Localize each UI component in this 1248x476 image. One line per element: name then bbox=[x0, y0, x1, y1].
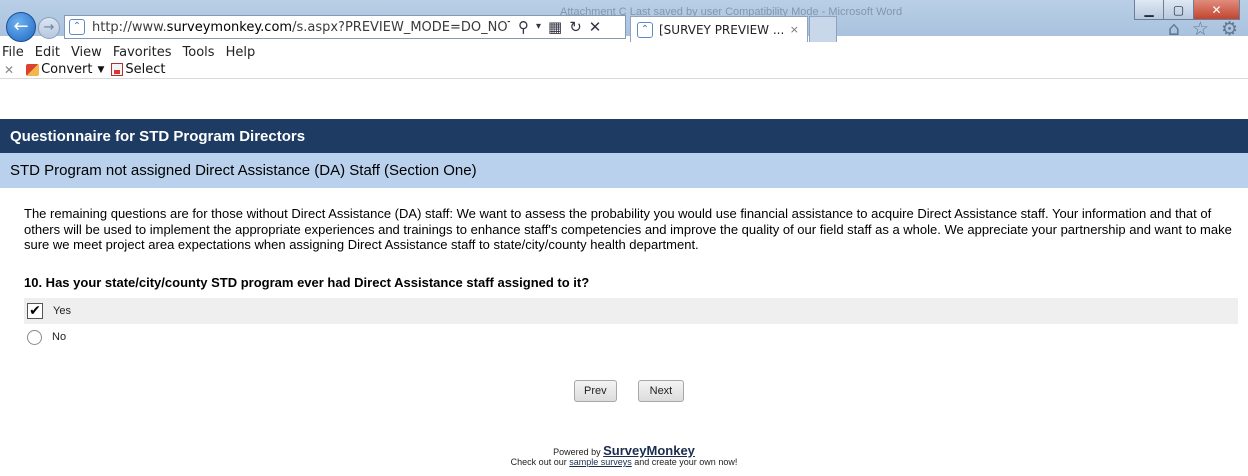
menu-edit[interactable]: Edit bbox=[35, 45, 60, 60]
menu-tools[interactable]: Tools bbox=[183, 45, 215, 60]
convert-button[interactable]: Convert bbox=[41, 62, 92, 77]
survey-navigation: Prev Next bbox=[574, 380, 685, 402]
url-text[interactable]: http://www.surveymonkey.com/s.aspx?PREVI… bbox=[92, 20, 510, 35]
compatibility-icon[interactable]: ▦ bbox=[548, 18, 562, 36]
back-icon[interactable]: ← bbox=[6, 12, 36, 42]
search-icon[interactable]: ⚲ bbox=[518, 18, 529, 36]
tab-survey-preview[interactable]: ⌃ [SURVEY PREVIEW ... × bbox=[630, 16, 808, 42]
menu-bar: File Edit View Favorites Tools Help ✕ Co… bbox=[0, 42, 1248, 79]
home-icon[interactable]: ⌂ bbox=[1168, 18, 1180, 40]
prev-button[interactable]: Prev bbox=[574, 380, 617, 402]
select-button[interactable]: Select bbox=[125, 62, 165, 77]
powered-by-text: Powered by bbox=[553, 447, 601, 457]
tab-favicon-icon: ⌃ bbox=[637, 21, 653, 38]
tab-title: [SURVEY PREVIEW ... bbox=[659, 22, 785, 37]
menu-file[interactable]: File bbox=[2, 45, 24, 60]
section-title: STD Program not assigned Direct Assistan… bbox=[10, 162, 477, 179]
option-label: No bbox=[52, 331, 67, 343]
question-text: 10. Has your state/city/county STD progr… bbox=[24, 275, 590, 290]
menu-help[interactable]: Help bbox=[226, 45, 256, 60]
radio-button[interactable] bbox=[27, 329, 42, 345]
next-button[interactable]: Next bbox=[637, 380, 685, 402]
powered-by-footer: Powered by SurveyMonkey Check out our sa… bbox=[0, 443, 1248, 467]
tab-close-icon[interactable]: × bbox=[790, 23, 799, 36]
checked-checkbox-icon[interactable]: ✔ bbox=[27, 303, 43, 319]
browser-toolbar-icons: ⌂ ☆ ⚙ bbox=[1168, 18, 1238, 40]
answer-option-no[interactable]: No bbox=[24, 324, 1238, 350]
answer-option-yes[interactable]: ✔ Yes bbox=[24, 298, 1238, 324]
convert-dropdown-icon[interactable]: ▼ bbox=[97, 65, 104, 75]
settings-gear-icon[interactable]: ⚙ bbox=[1221, 18, 1238, 40]
option-label: Yes bbox=[53, 305, 71, 317]
refresh-icon[interactable]: ↻ bbox=[569, 18, 582, 36]
stop-icon[interactable]: ✕ bbox=[589, 18, 602, 36]
section-title-bar: STD Program not assigned Direct Assistan… bbox=[0, 153, 1248, 188]
site-favicon-icon: ⌃ bbox=[69, 19, 85, 35]
intro-paragraph: The remaining questions are for those wi… bbox=[24, 206, 1232, 252]
survey-title: Questionnaire for STD Program Directors bbox=[10, 128, 306, 145]
new-tab-button[interactable] bbox=[809, 16, 837, 42]
footer-text-pre: Check out our bbox=[510, 457, 567, 467]
command-bar: ✕ Convert ▼ Select bbox=[4, 62, 166, 77]
close-toolbar-icon[interactable]: ✕ bbox=[4, 63, 14, 77]
sample-surveys-link[interactable]: sample surveys bbox=[569, 457, 632, 467]
navigation-bar: ← → ⌃ http://www.surveymonkey.com/s.aspx… bbox=[0, 12, 1248, 42]
menu-favorites[interactable]: Favorites bbox=[113, 45, 172, 60]
convert-pdf-icon bbox=[26, 63, 40, 76]
dropdown-icon[interactable]: ▾ bbox=[536, 18, 541, 36]
favorites-star-icon[interactable]: ☆ bbox=[1192, 18, 1209, 40]
forward-icon[interactable]: → bbox=[38, 17, 60, 39]
footer-text-post: and create your own now! bbox=[634, 457, 738, 467]
menu-items: File Edit View Favorites Tools Help bbox=[2, 45, 255, 60]
address-bar-icons: ⚲ ▾ ▦ ↻ ✕ bbox=[518, 18, 601, 36]
surveymonkey-link[interactable]: SurveyMonkey bbox=[603, 443, 695, 458]
survey-title-bar: Questionnaire for STD Program Directors bbox=[0, 119, 1248, 153]
menu-view[interactable]: View bbox=[71, 45, 102, 60]
select-pdf-icon bbox=[111, 63, 124, 76]
address-bar[interactable]: ⌃ http://www.surveymonkey.com/s.aspx?PRE… bbox=[64, 15, 626, 39]
